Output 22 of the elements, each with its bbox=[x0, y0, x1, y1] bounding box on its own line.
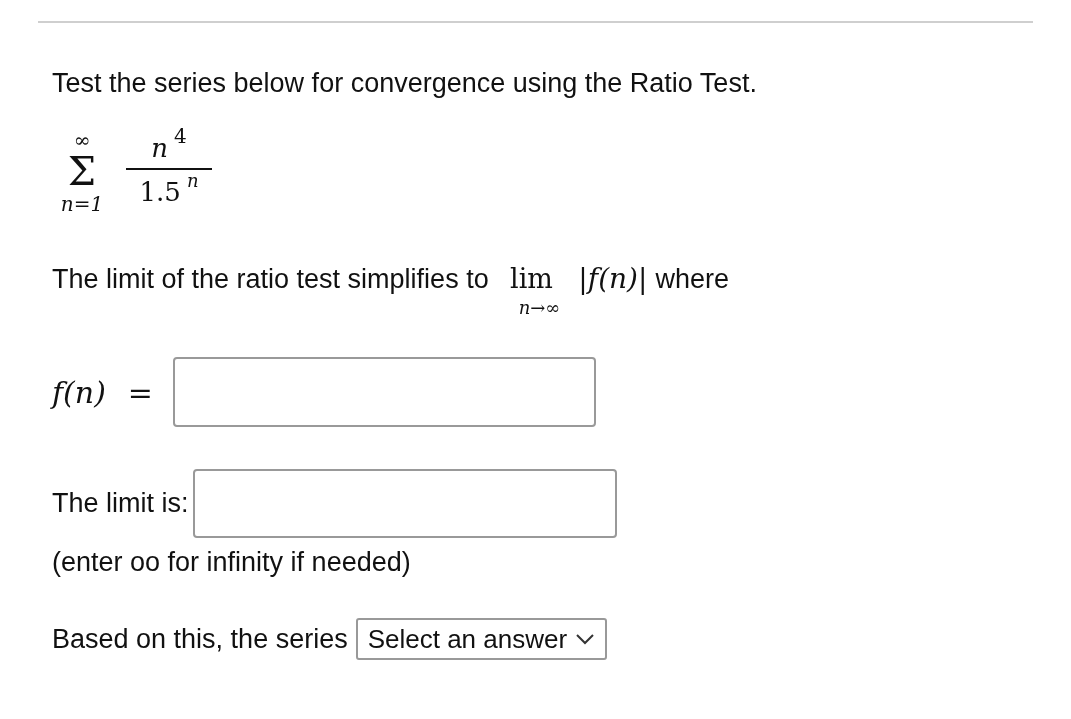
sigma-symbol: Σ bbox=[67, 151, 97, 191]
numerator-exponent: 4 bbox=[174, 126, 187, 146]
equals-sign: = bbox=[127, 373, 153, 412]
lim-subscript: n→∞ bbox=[518, 297, 561, 319]
limit-text: The limit of the ratio test simplifies to bbox=[52, 263, 489, 296]
limit-label: The limit is: bbox=[52, 487, 189, 521]
function-input[interactable] bbox=[173, 357, 596, 427]
chevron-down-icon bbox=[575, 633, 596, 645]
lim-operator: lim bbox=[510, 262, 553, 296]
conclusion-label: Based on this, the series bbox=[52, 622, 348, 656]
limit-input[interactable] bbox=[192, 469, 617, 538]
answer-select[interactable]: Select an answer bbox=[355, 618, 608, 660]
upper-limit: ∞ bbox=[73, 129, 91, 151]
lower-limit: n=1 bbox=[60, 191, 104, 217]
where-text: where bbox=[655, 263, 729, 296]
function-expression: |f(n)| bbox=[578, 261, 648, 297]
denominator: 1.5 bbox=[139, 176, 181, 208]
numerator: n bbox=[151, 132, 168, 164]
function-label: f(n) bbox=[52, 373, 106, 412]
hint-text: (enter oo for infinity if needed) bbox=[52, 546, 412, 579]
denominator-exponent: n bbox=[186, 172, 199, 190]
question-text: Test the series below for convergence using the Ratio Test. bbox=[52, 67, 758, 100]
